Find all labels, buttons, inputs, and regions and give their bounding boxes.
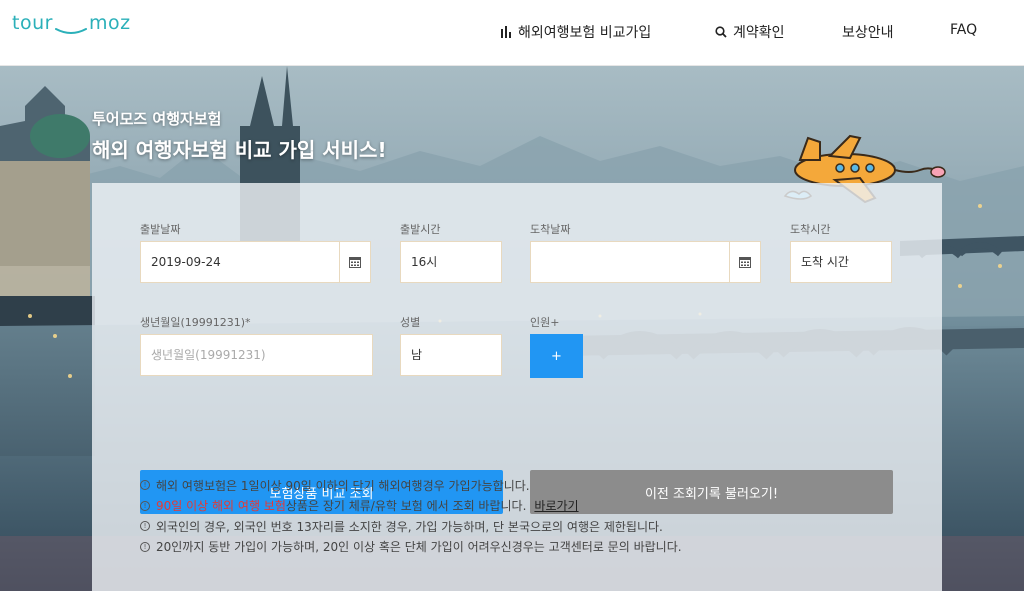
bar-chart-icon [501, 26, 511, 38]
notice-list: ! 해외 여행보험은 1일이상 90일 이하의 단기 해외여행경우 가입가능합니… [140, 475, 682, 557]
gender-select[interactable]: 남 [400, 334, 502, 376]
info-circle-icon: ! [140, 541, 150, 552]
info-circle-icon: ! [140, 500, 150, 511]
notice-item: ! 해외 여행보험은 1일이상 90일 이하의 단기 해외여행경우 가입가능합니… [140, 475, 682, 496]
logo-text-right: moz [88, 12, 131, 34]
hero-subtitle: 투어모즈 여행자보험 [92, 110, 222, 128]
notice-item: ! 20인까지 동반 가입이 가능하며, 20인 이상 혹은 단체 가입이 어려… [140, 537, 682, 558]
notice-item: ! 90일 이상 해외 여행 보험 상품은 장기 체류/유학 보험 에서 조회 … [140, 496, 682, 517]
notice-item: ! 외국인의 경우, 외국인 번호 13자리를 소지한 경우, 가입 가능하며,… [140, 516, 682, 537]
arrive-date-input[interactable] [530, 241, 730, 283]
logo[interactable]: tour moz [12, 12, 131, 34]
notice-text: 상품은 장기 체류/유학 보험 에서 조회 바랍니다. [285, 499, 527, 514]
nav-faq-label: FAQ [950, 22, 978, 38]
search-icon [715, 26, 727, 38]
birth-input[interactable]: 생년월일(19991231) [140, 334, 373, 376]
depart-time-label: 출발시간 [400, 223, 441, 236]
info-circle-icon: ! [140, 480, 150, 491]
calendar-icon [349, 257, 361, 268]
logo-text-left: tour [12, 12, 53, 34]
depart-time-select[interactable]: 16시 [400, 241, 502, 283]
depart-date-input[interactable]: 2019-09-24 [140, 241, 340, 283]
arrive-date-label: 도착날짜 [530, 223, 571, 236]
people-label: 인원+ [530, 316, 560, 329]
nav-compare-label: 해외여행보험 비교가입 [518, 25, 652, 41]
nav-contract-label: 계약확인 [733, 25, 785, 41]
arrive-calendar-button[interactable] [729, 241, 761, 283]
top-header: tour moz 해외여행보험 비교가입 계약확인 보상안내 FAQ [0, 0, 1024, 66]
nav-contract[interactable]: 계약확인 [715, 22, 785, 42]
notice-text: 20인까지 동반 가입이 가능하며, 20인 이상 혹은 단체 가입이 어려우신… [156, 540, 682, 555]
nav-claim[interactable]: 보상안내 [842, 22, 894, 42]
hero-title: 해외 여행자보험 비교 가입 서비스! [92, 138, 387, 162]
calendar-icon [739, 257, 751, 268]
nav-faq[interactable]: FAQ [950, 22, 977, 38]
nav-compare[interactable]: 해외여행보험 비교가입 [500, 22, 651, 42]
birth-label: 생년월일(19991231)* [140, 316, 251, 329]
nav-claim-label: 보상안내 [842, 25, 894, 41]
info-circle-icon: ! [140, 521, 150, 532]
add-person-button[interactable]: + [530, 334, 583, 378]
logo-smile-icon [53, 15, 89, 34]
depart-calendar-button[interactable] [339, 241, 371, 283]
notice-text: 외국인의 경우, 외국인 번호 13자리를 소지한 경우, 가입 가능하며, 단… [156, 519, 663, 534]
gender-label: 성별 [400, 316, 421, 329]
notice-highlight: 90일 이상 해외 여행 보험 [156, 499, 286, 514]
depart-date-label: 출발날짜 [140, 223, 181, 236]
arrive-time-label: 도착시간 [790, 223, 831, 236]
arrive-time-select[interactable]: 도착 시간 [790, 241, 892, 283]
shortcut-link[interactable]: 바로가기 [534, 497, 578, 514]
notice-text: 해외 여행보험은 1일이상 90일 이하의 단기 해외여행경우 가입가능합니다. [156, 478, 530, 493]
